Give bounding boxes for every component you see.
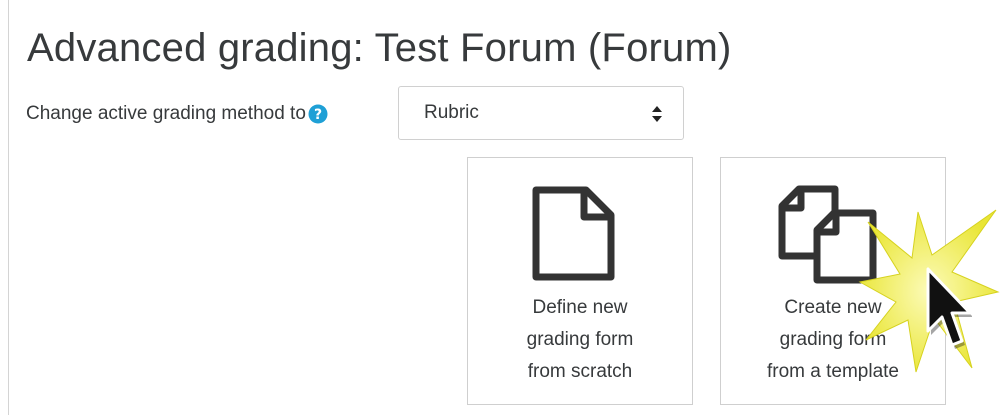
grading-method-selected-value: Rubric: [424, 102, 479, 123]
grading-method-label: Change active grading method to: [26, 103, 306, 124]
blank-document-icon: [530, 185, 616, 288]
question-circle-icon[interactable]: ?: [308, 104, 328, 124]
define-new-form-label: Define new grading form from scratch: [526, 297, 634, 382]
grading-method-row: Change active grading method to ?: [26, 86, 328, 142]
define-new-form-button[interactable]: Define new grading form from scratch: [467, 157, 693, 405]
select-caret-icon: [651, 104, 663, 124]
grading-method-select[interactable]: Rubric: [398, 86, 684, 140]
svg-text:?: ?: [314, 107, 322, 123]
mouse-pointer-icon: [922, 265, 973, 355]
page-title: Advanced grading: Test Forum (Forum): [27, 26, 732, 70]
